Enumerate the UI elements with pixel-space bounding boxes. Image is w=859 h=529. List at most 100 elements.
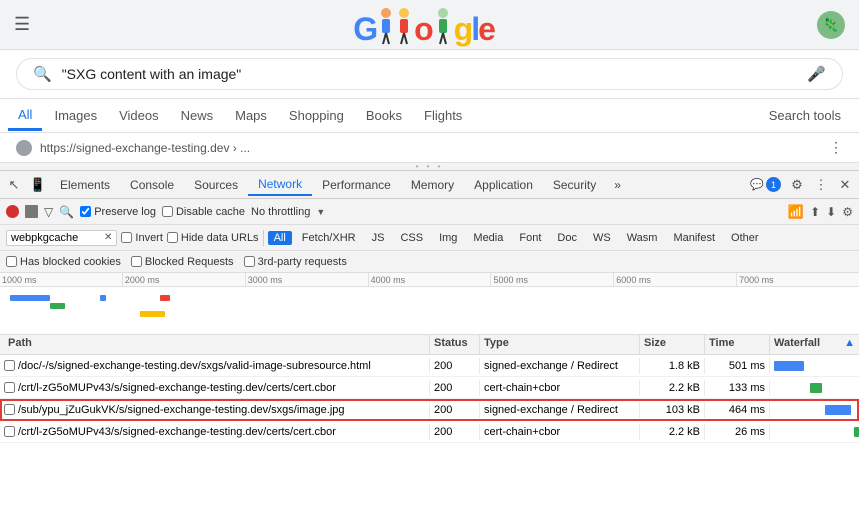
row3-waterfall — [770, 399, 859, 421]
row1-checkbox[interactable] — [4, 360, 15, 371]
stop-button[interactable] — [25, 205, 38, 218]
has-blocked-label[interactable]: Has blocked cookies — [6, 256, 121, 268]
timeline-bar-2 — [50, 303, 65, 309]
dt-settings-icon[interactable]: ⚙ — [785, 173, 809, 197]
dt-tab-performance[interactable]: Performance — [312, 175, 401, 195]
upload-icon[interactable]: ⬆ — [810, 205, 820, 219]
hide-data-label[interactable]: Hide data URLs — [167, 232, 259, 244]
tab-videos[interactable]: Videos — [109, 102, 169, 129]
dt-cursor-icon[interactable]: ↖ — [2, 173, 26, 197]
row4-type: cert-chain+cbor — [480, 424, 640, 440]
filter-btn-other[interactable]: Other — [725, 231, 765, 245]
record-button[interactable] — [6, 205, 19, 218]
table-row[interactable]: /doc/-/s/signed-exchange-testing.dev/sxg… — [0, 355, 859, 377]
filter-btn-fetch[interactable]: Fetch/XHR — [296, 231, 362, 245]
search-query-text: "SXG content with an image" — [62, 66, 798, 82]
row4-checkbox[interactable] — [4, 426, 15, 437]
header-type[interactable]: Type — [480, 335, 640, 354]
table-row[interactable]: /crt/l-zG5oMUPv43/s/signed-exchange-test… — [0, 377, 859, 399]
filter-btn-all[interactable]: All — [268, 231, 292, 245]
third-party-label[interactable]: 3rd-party requests — [244, 256, 347, 268]
header-path[interactable]: Path — [0, 335, 430, 354]
search-network-icon[interactable]: 🔍 — [59, 205, 74, 219]
devtools-separator[interactable]: • • • — [0, 163, 859, 170]
header-size[interactable]: Size — [640, 335, 705, 354]
header-waterfall[interactable]: Waterfall▲ — [770, 335, 859, 354]
tab-maps[interactable]: Maps — [225, 102, 277, 129]
dt-tab-memory[interactable]: Memory — [401, 175, 464, 195]
filter-icon[interactable]: ▽ — [44, 205, 53, 219]
disable-cache-label[interactable]: Disable cache — [162, 206, 245, 218]
throttle-select[interactable]: No throttling — [251, 206, 310, 218]
filter-btn-ws[interactable]: WS — [587, 231, 617, 245]
dt-more-icon[interactable]: ⋮ — [809, 173, 833, 197]
devtools-tabbar: ↖ 📱 Elements Console Sources Network Per… — [0, 171, 859, 199]
dt-tab-console[interactable]: Console — [120, 175, 184, 195]
dt-close-icon[interactable]: ✕ — [833, 173, 857, 197]
filter-input-wrap: ✕ — [6, 230, 117, 246]
blocked-requests-checkbox[interactable] — [131, 256, 142, 267]
preserve-log-checkbox[interactable] — [80, 206, 91, 217]
table-row[interactable]: /crt/l-zG5oMUPv43/s/signed-exchange-test… — [0, 421, 859, 443]
tick-6: 6000 ms — [614, 273, 737, 286]
disable-cache-checkbox[interactable] — [162, 206, 173, 217]
mic-icon[interactable]: 🎤 — [807, 65, 826, 83]
filter-btn-css[interactable]: CSS — [394, 231, 429, 245]
row4-time: 26 ms — [705, 424, 770, 440]
dt-tab-network[interactable]: Network — [248, 174, 312, 196]
tab-images[interactable]: Images — [44, 102, 107, 129]
timeline-bar-4 — [140, 311, 165, 317]
download-icon[interactable]: ⬇ — [826, 205, 836, 219]
row1-waterfall — [770, 355, 859, 377]
tab-shopping[interactable]: Shopping — [279, 102, 354, 129]
header-status[interactable]: Status — [430, 335, 480, 354]
has-blocked-checkbox[interactable] — [6, 256, 17, 267]
blocked-requests-label[interactable]: Blocked Requests — [131, 256, 234, 268]
network-controls: ▽ 🔍 Preserve log Disable cache No thrott… — [0, 199, 859, 225]
search-tools-btn[interactable]: Search tools — [759, 102, 851, 129]
row4-status: 200 — [430, 424, 480, 440]
row2-waterfall — [770, 377, 859, 399]
row2-type: cert-chain+cbor — [480, 380, 640, 396]
result-url: https://signed-exchange-testing.dev › ..… — [40, 141, 821, 155]
network-table: Path Status Type Size Time Waterfall▲ /d… — [0, 335, 859, 443]
result-more-icon[interactable]: ⋮ — [829, 139, 843, 156]
dt-tab-application[interactable]: Application — [464, 175, 543, 195]
dt-tab-security[interactable]: Security — [543, 175, 606, 195]
invert-checkbox[interactable] — [121, 232, 132, 243]
filter-btn-font[interactable]: Font — [513, 231, 547, 245]
dt-gear-icon[interactable]: ⚙ — [842, 205, 853, 219]
filter-btn-js[interactable]: JS — [366, 231, 391, 245]
filter-divider — [263, 230, 264, 246]
dt-mobile-icon[interactable]: 📱 — [26, 173, 50, 197]
tab-books[interactable]: Books — [356, 102, 412, 129]
filter-btn-img[interactable]: Img — [433, 231, 463, 245]
row1-type: signed-exchange / Redirect — [480, 358, 640, 374]
filter-clear-icon[interactable]: ✕ — [104, 232, 112, 243]
filter-btn-wasm[interactable]: Wasm — [621, 231, 664, 245]
table-row[interactable]: /sub/ypu_jZuGukVK/s/signed-exchange-test… — [0, 399, 859, 421]
dt-tab-sources[interactable]: Sources — [184, 175, 248, 195]
row2-checkbox[interactable] — [4, 382, 15, 393]
invert-label[interactable]: Invert — [121, 232, 163, 244]
header-time[interactable]: Time — [705, 335, 770, 354]
tab-flights[interactable]: Flights — [414, 102, 472, 129]
filter-btn-doc[interactable]: Doc — [551, 231, 583, 245]
hamburger-icon[interactable]: ☰ — [14, 14, 30, 35]
third-party-checkbox[interactable] — [244, 256, 255, 267]
search-result-row: https://signed-exchange-testing.dev › ..… — [0, 133, 859, 163]
filter-btn-media[interactable]: Media — [467, 231, 509, 245]
dt-console-badge-btn[interactable]: 💬 1 — [746, 175, 785, 194]
hide-data-checkbox[interactable] — [167, 232, 178, 243]
tab-all[interactable]: All — [8, 101, 42, 131]
profile-avatar[interactable]: 🦎 — [817, 11, 845, 39]
dt-more-tabs[interactable]: » — [606, 175, 629, 195]
filter-input[interactable] — [11, 232, 101, 244]
filter-btn-manifest[interactable]: Manifest — [667, 231, 721, 245]
dt-tab-elements[interactable]: Elements — [50, 175, 120, 195]
browser-topbar: ☰ G o — [0, 0, 859, 50]
row3-checkbox[interactable] — [4, 404, 15, 415]
preserve-log-label[interactable]: Preserve log — [80, 206, 156, 218]
timeline-bar-3 — [100, 295, 106, 301]
tab-news[interactable]: News — [171, 102, 224, 129]
